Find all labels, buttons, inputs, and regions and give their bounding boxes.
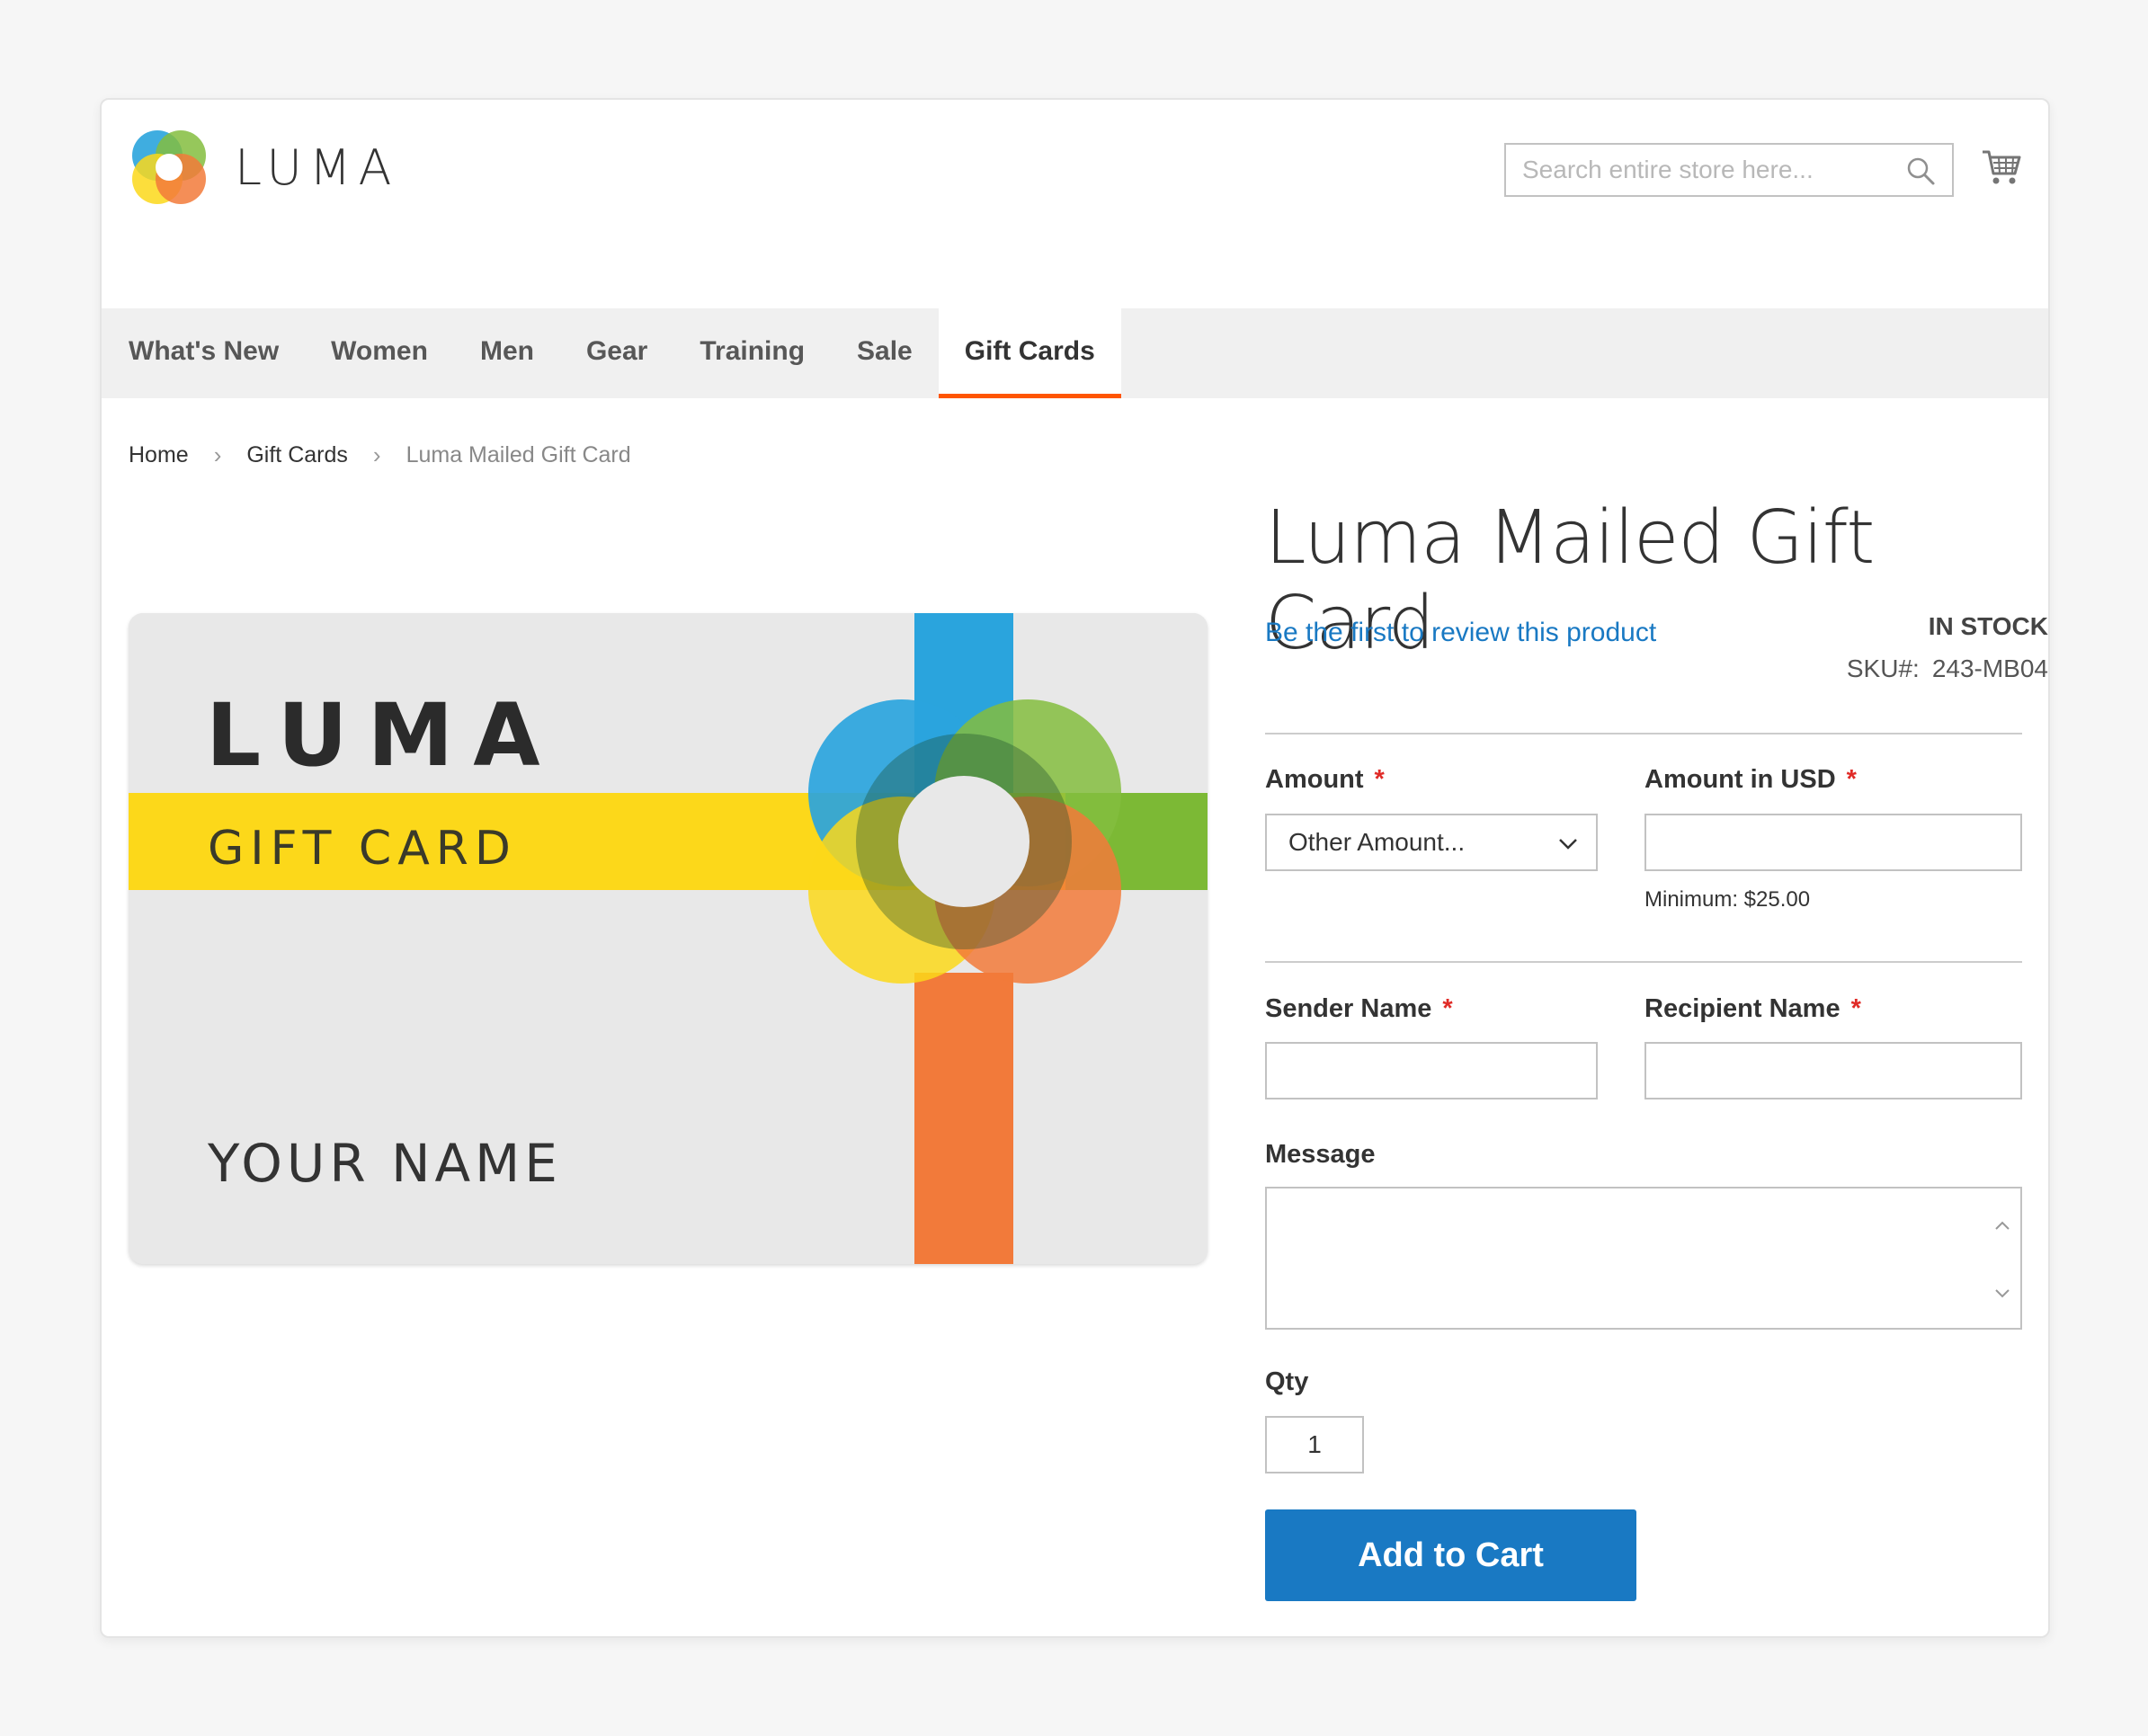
- amount-select[interactable]: Other Amount...: [1265, 814, 1598, 871]
- divider: [1265, 733, 2022, 734]
- recipient-name-input[interactable]: [1646, 1044, 2020, 1098]
- gift-card-subtitle: GIFT CARD: [208, 822, 517, 876]
- qty-input[interactable]: [1267, 1418, 1362, 1472]
- stock-status: IN STOCK: [1928, 612, 2048, 640]
- gift-card-brand: LUMA: [206, 685, 560, 786]
- breadcrumb-gift-cards[interactable]: Gift Cards: [246, 442, 348, 468]
- breadcrumb-current: Luma Mailed Gift Card: [406, 442, 631, 467]
- required-mark: *: [1374, 765, 1385, 794]
- scroll-down-icon[interactable]: [1992, 1282, 2013, 1304]
- search-icon[interactable]: [1905, 156, 1936, 186]
- review-link[interactable]: Be the first to review this product: [1265, 618, 1656, 648]
- main-nav: What's New Women Men Gear Training Sale …: [102, 308, 2048, 398]
- qty-field[interactable]: [1265, 1416, 1364, 1473]
- chevron-right-icon: ›: [372, 441, 381, 468]
- amount-label-text: Amount: [1265, 765, 1364, 794]
- qty-label: Qty: [1265, 1367, 1309, 1396]
- message-label: Message: [1265, 1140, 1376, 1169]
- nav-item-whats-new[interactable]: What's New: [102, 308, 305, 398]
- search-input[interactable]: [1506, 145, 1900, 195]
- nav-item-gear[interactable]: Gear: [560, 308, 673, 398]
- recipient-name-label-text: Recipient Name: [1644, 994, 1841, 1023]
- scroll-up-icon[interactable]: [1992, 1215, 2013, 1237]
- message-textarea[interactable]: [1267, 1188, 2020, 1328]
- divider: [1265, 961, 2022, 963]
- logo[interactable]: LUMA: [129, 127, 398, 208]
- chevron-right-icon: ›: [213, 441, 222, 468]
- amount-usd-label-text: Amount in USD: [1644, 765, 1836, 794]
- required-mark: *: [1846, 765, 1857, 794]
- nav-item-training[interactable]: Training: [673, 308, 831, 398]
- amount-label: Amount *: [1265, 765, 1385, 795]
- sender-name-field[interactable]: [1265, 1042, 1598, 1099]
- sender-name-label: Sender Name *: [1265, 994, 1453, 1024]
- search-box[interactable]: [1504, 143, 1954, 197]
- breadcrumb-home[interactable]: Home: [129, 442, 189, 468]
- cart-icon[interactable]: [1981, 147, 2022, 188]
- amount-select-value: Other Amount...: [1288, 828, 1466, 856]
- sender-name-input[interactable]: [1267, 1044, 1596, 1098]
- amount-usd-field[interactable]: [1644, 814, 2022, 871]
- add-to-cart-button[interactable]: Add to Cart: [1265, 1509, 1636, 1601]
- sku-value: 243-MB04: [1931, 654, 2048, 682]
- nav-item-women[interactable]: Women: [305, 308, 454, 398]
- product-image[interactable]: LUMA GIFT CARD YOUR NAME: [129, 613, 1208, 1264]
- page-window: LUMA What's New Women Men Gear Training …: [100, 98, 2050, 1638]
- minimum-note: Minimum: $25.00: [1644, 887, 1811, 912]
- nav-item-gift-cards[interactable]: Gift Cards: [938, 308, 1121, 398]
- amount-usd-input[interactable]: [1646, 815, 2020, 869]
- message-field[interactable]: [1265, 1187, 2022, 1330]
- chevron-down-icon: [1559, 839, 1577, 850]
- required-mark: *: [1442, 994, 1453, 1023]
- required-mark: *: [1850, 994, 1861, 1023]
- recipient-name-label: Recipient Name *: [1644, 994, 1861, 1024]
- nav-item-sale[interactable]: Sale: [831, 308, 939, 398]
- sku: SKU#: 243-MB04: [1847, 654, 2048, 683]
- sender-name-label-text: Sender Name: [1265, 994, 1432, 1023]
- recipient-name-field[interactable]: [1644, 1042, 2022, 1099]
- gift-card-name: YOUR NAME: [208, 1133, 562, 1194]
- sku-label: SKU#:: [1846, 654, 1920, 682]
- logo-text: LUMA: [235, 138, 399, 196]
- breadcrumb: Home › Gift Cards › Luma Mailed Gift Car…: [129, 441, 631, 469]
- amount-usd-label: Amount in USD *: [1644, 765, 1857, 795]
- nav-item-men[interactable]: Men: [454, 308, 560, 398]
- luma-logo-icon: [132, 130, 206, 204]
